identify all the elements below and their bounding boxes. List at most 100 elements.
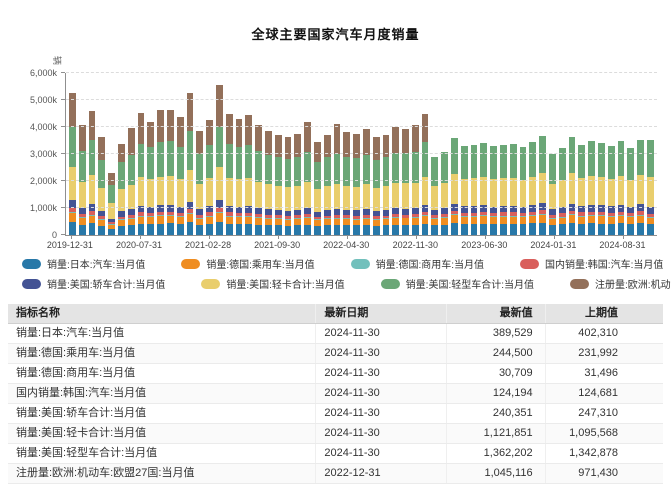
bar-segment [69,93,76,127]
bar-segment [549,184,556,209]
y-axis-tick [61,99,65,100]
stacked-bar [588,73,595,235]
indicator-name-cell: 销量:日本:汽车:当月值 [8,324,316,344]
bar-segment [480,143,487,177]
legend-swatch-icon [520,259,539,269]
stacked-bar [285,73,292,235]
bar-segment [138,224,145,235]
bar-segment [138,217,145,224]
bar-segment [490,217,497,224]
bar-segment [98,160,105,188]
bar-segment [539,136,546,172]
bar-segment [255,151,262,182]
bar-segment [539,215,546,223]
bar-segment [539,173,546,203]
bar-segment [79,151,86,182]
bar-segment [314,142,321,163]
legend-label: 国内销量:韩国:汽车:当月值 [545,256,663,271]
bar-segment [500,224,507,235]
legend-item[interactable]: 销量:美国:轿车合计:当月值 [22,276,165,291]
bar-segment [618,205,625,212]
bar-segment [588,223,595,235]
bar-segment [265,225,272,235]
bar-segment [627,224,634,235]
bar-segment [471,217,478,224]
bar-segment [637,140,644,175]
latest-date-cell: 2024-11-30 [316,384,447,404]
bar-segment [69,222,76,235]
previous-value-cell: 1,342,878 [545,444,663,464]
legend-item[interactable]: 国内销量:韩国:汽车:当月值 [520,256,663,271]
bar-segment [304,152,311,183]
bar-segment [363,225,370,235]
bar-segment [206,224,213,235]
stacked-bar [618,73,625,235]
bar-segment [265,131,272,155]
gridline [66,180,657,181]
stacked-bar [510,73,517,235]
previous-value-cell: 124,681 [545,384,663,404]
bar-segment [324,157,331,186]
bar-segment [618,223,625,235]
bar-segment [196,225,203,235]
bar-segment [431,157,438,186]
legend-label: 销量:德国:乘用车:当月值 [206,256,314,271]
table-header-cell: 最新值 [447,304,545,324]
bar-segment [383,225,390,235]
legend-item[interactable]: 销量:日本:汽车:当月值 [22,256,145,271]
stacked-bar [118,73,125,235]
bar-segment [480,177,487,205]
bar-segment [167,141,174,176]
bar-segment [108,203,115,219]
bar-segment [216,127,223,167]
bar-segment [314,189,321,211]
bar-segment [647,218,654,225]
stacked-bar [363,73,370,235]
bar-segment [422,224,429,236]
legend-item[interactable]: 销量:德国:乘用车:当月值 [181,256,314,271]
y-axis-unit-label: 辆 [51,56,64,65]
bar-segment [510,224,517,235]
bar-segment [177,217,184,224]
stacked-bar [226,73,233,235]
bar-segment [245,145,252,178]
stacked-bar [314,73,321,235]
bar-segment [529,142,536,176]
bar-segment [412,183,419,209]
legend-item[interactable]: 销量:美国:轻型车合计:当月值 [381,276,534,291]
stacked-bar [265,73,272,235]
bar-segment [559,224,566,235]
bar-segment [510,144,517,178]
bar-segment [245,224,252,235]
bar-segment [334,124,341,154]
bar-segment [500,145,507,178]
bar-segment [187,170,194,202]
legend-item[interactable]: 注册量:欧洲:机动车:欧盟27国:当月值 [570,276,671,291]
bar-segment [255,182,262,208]
stacked-bar [480,73,487,235]
latest-value-cell: 240,351 [447,404,545,424]
latest-value-cell: 1,121,851 [447,424,545,444]
legend-label: 销量:德国:商用车:当月值 [376,256,484,271]
gridline [66,99,657,100]
legend-item[interactable]: 销量:德国:商用车:当月值 [351,256,484,271]
stacked-bar [98,73,105,235]
stacked-bar [539,73,546,235]
stacked-bar [549,73,556,235]
bar-segment [422,216,429,223]
stacked-bar [108,73,115,235]
legend-item[interactable]: 销量:美国:轻卡合计:当月值 [201,276,344,291]
legend-swatch-icon [351,259,370,269]
bar-segment [647,140,654,177]
indicator-name-cell: 销量:美国:轿车合计:当月值 [8,404,316,424]
stacked-bar [637,73,644,235]
bar-segment [373,137,380,159]
latest-date-cell: 2024-11-30 [316,424,447,444]
latest-date-cell: 2024-11-30 [316,444,447,464]
stacked-bar [422,73,429,235]
bar-segment [441,152,448,183]
bar-segment [108,185,115,204]
stacked-bar [147,73,154,235]
bar-segment [618,216,625,223]
bar-segment [471,178,478,206]
